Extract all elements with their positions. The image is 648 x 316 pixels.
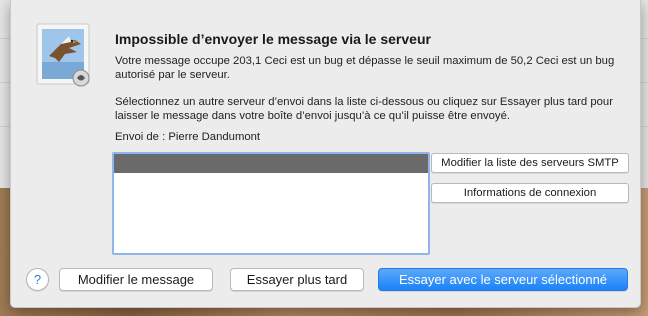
mail-stamp-icon [36,23,90,87]
try-selected-server-button[interactable]: Essayer avec le serveur sélectionné [378,268,628,291]
edit-message-button[interactable]: Modifier le message [59,268,213,291]
smtp-server-list[interactable] [112,152,430,255]
dialog-title: Impossible d’envoyer le message via le s… [115,31,431,47]
edit-smtp-list-button[interactable]: Modifier la liste des serveurs SMTP [431,153,629,173]
help-button[interactable]: ? [26,268,49,291]
sender-line: Envoi de : Pierre Dandumont [115,131,261,143]
error-message: Votre message occupe 203,1 Ceci est un b… [115,55,615,81]
try-later-button[interactable]: Essayer plus tard [230,268,364,291]
error-sheet-dialog: Impossible d’envoyer le message via le s… [10,0,641,308]
server-list-selected-row[interactable] [114,154,428,173]
instructions-text: Sélectionnez un autre serveur d’envoi da… [115,96,613,122]
connection-info-button[interactable]: Informations de connexion [431,183,629,203]
